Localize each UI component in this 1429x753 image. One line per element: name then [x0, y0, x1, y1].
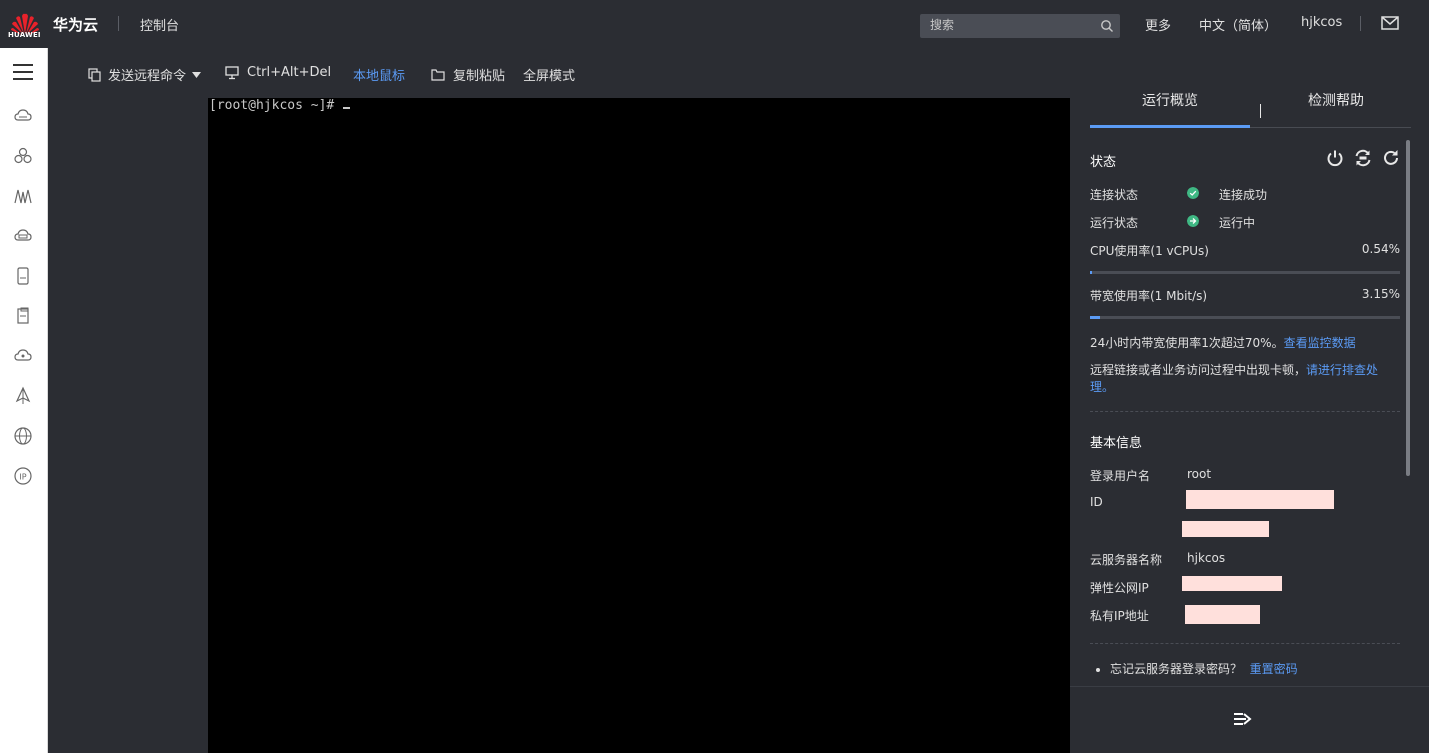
login-user-value: root: [1187, 467, 1212, 481]
monitor-icon: [225, 65, 239, 79]
panel-scrollbar[interactable]: [1406, 140, 1410, 476]
cloud-icon[interactable]: [13, 346, 33, 366]
cpu-usage-bar: [1090, 271, 1400, 274]
cpu-usage-label: CPU使用率(1 vCPUs): [1090, 244, 1209, 258]
id-value-redacted: [1186, 490, 1334, 509]
power-icon[interactable]: [1326, 149, 1344, 167]
vnc-toolbar: 发送远程命令 Ctrl+Alt+Del 本地鼠标 复制粘贴 全屏模式: [48, 48, 1070, 98]
connection-status-label: 连接状态: [1090, 188, 1139, 202]
storage-icon[interactable]: [13, 266, 33, 286]
caret-down-icon: [192, 71, 202, 78]
refresh-icon[interactable]: [1382, 149, 1400, 167]
network-icon[interactable]: [13, 186, 33, 206]
fullscreen-button[interactable]: 全屏模式: [523, 65, 575, 84]
document-icon[interactable]: [13, 306, 33, 326]
lag-notice: 远程链接或者业务访问过程中出现卡顿，请进行排查处理。: [1090, 362, 1390, 396]
collapse-panel-icon[interactable]: [1232, 711, 1252, 727]
forgot-password-row: 忘记云服务器登录密码？ 重置密码: [1096, 660, 1298, 677]
service-sidebar: IP: [0, 48, 48, 753]
private-ip-value-redacted: [1185, 605, 1260, 624]
copy-paste-button[interactable]: 复制粘贴: [431, 65, 505, 84]
cpu-usage-fill: [1090, 271, 1092, 274]
folder-icon: [431, 69, 445, 81]
command-icon: [88, 67, 101, 82]
user-menu[interactable]: hjkcos: [1301, 15, 1342, 30]
running-icon: [1187, 215, 1199, 227]
console-margin: [48, 98, 208, 753]
tab-active-indicator: [1090, 125, 1250, 128]
panel-tabs: 运行概览 检测帮助: [1090, 88, 1411, 128]
bandwidth-usage-value: 3.15%: [1361, 287, 1400, 301]
bandwidth-usage-label: 带宽使用率(1 Mbit/s): [1090, 289, 1208, 303]
deploy-icon[interactable]: [13, 386, 33, 406]
terminal-line: [root@hjkcos ~]#: [209, 98, 1070, 113]
ctrl-alt-del-label: Ctrl+Alt+Del: [247, 65, 332, 80]
language-selector[interactable]: 中文（简体）: [1199, 15, 1277, 34]
cpu-usage-value: 0.54%: [1361, 242, 1400, 256]
tab-divider: [1260, 104, 1261, 118]
server-name-value: hjkcos: [1187, 551, 1226, 565]
local-mouse-button[interactable]: 本地鼠标: [353, 65, 405, 84]
send-remote-command-button[interactable]: 发送远程命令: [88, 65, 202, 84]
basic-info-title: 基本信息: [1090, 436, 1143, 451]
terminal-cursor: [343, 107, 351, 109]
eip-value-redacted: [1182, 576, 1282, 591]
nav-more[interactable]: 更多: [1145, 15, 1171, 34]
ip-icon[interactable]: IP: [13, 466, 33, 486]
search-icon[interactable]: [1100, 19, 1114, 33]
header-divider: [1360, 16, 1361, 31]
search-box[interactable]: [920, 14, 1120, 38]
local-mouse-label: 本地鼠标: [353, 69, 406, 84]
check-circle-icon: [1187, 187, 1199, 199]
status-section-title: 状态: [1090, 155, 1117, 170]
send-remote-command-label: 发送远程命令: [108, 69, 187, 84]
cluster-icon[interactable]: [13, 146, 33, 166]
view-monitoring-link[interactable]: 查看监控数据: [1284, 336, 1356, 350]
fullscreen-label: 全屏模式: [523, 69, 576, 84]
bullet-dot: [1096, 667, 1100, 672]
svg-text:IP: IP: [19, 473, 26, 482]
bandwidth-usage-bar: [1090, 316, 1400, 319]
top-bar: HUAWEI 华为云 控制台 更多 中文（简体） hjkcos: [0, 0, 1429, 48]
forgot-password-text: 忘记云服务器登录密码？: [1110, 662, 1243, 676]
bandwidth-notice: 24小时内带宽使用率1次超过70%。查看监控数据: [1090, 335, 1390, 352]
reset-password-link[interactable]: 重置密码: [1250, 662, 1298, 676]
section-divider: [1090, 411, 1400, 412]
terminal-prompt: [root@hjkcos ~]#: [209, 98, 343, 113]
cloud-server-icon[interactable]: [13, 106, 33, 126]
bandwidth-usage-fill: [1090, 316, 1100, 319]
run-status-value: 运行中: [1219, 216, 1256, 230]
logo-text: HUAWEI: [8, 31, 41, 39]
private-ip-label: 私有IP地址: [1090, 609, 1149, 623]
id-label: ID: [1090, 495, 1103, 509]
menu-icon[interactable]: [13, 64, 33, 80]
connection-status-value: 连接成功: [1219, 188, 1268, 202]
lag-notice-text: 远程链接或者业务访问过程中出现卡顿，: [1090, 363, 1307, 377]
ctrl-alt-del-button[interactable]: Ctrl+Alt+Del: [225, 65, 331, 80]
globe-icon[interactable]: [13, 426, 33, 446]
instance-panel: 运行概览 检测帮助 状态 连接状态 连接成功 运行状态 运行中 CPU使用率(1…: [1070, 48, 1429, 753]
console-link[interactable]: 控制台: [140, 15, 179, 34]
eip-label: 弹性公网IP: [1090, 581, 1149, 595]
bandwidth-notice-text: 24小时内带宽使用率1次超过70%。: [1090, 336, 1284, 350]
copy-paste-label: 复制粘贴: [453, 69, 506, 84]
search-input[interactable]: [930, 18, 1090, 32]
cloud-db-icon[interactable]: [13, 226, 33, 246]
brand-name[interactable]: 华为云: [53, 14, 98, 35]
server-name-label: 云服务器名称: [1090, 553, 1163, 567]
header-divider: [118, 16, 119, 31]
mail-icon[interactable]: [1381, 15, 1399, 31]
id-value-redacted-2: [1182, 521, 1269, 537]
section-divider: [1090, 643, 1400, 644]
tab-overview[interactable]: 运行概览: [1142, 90, 1198, 110]
restart-icon[interactable]: [1354, 149, 1372, 167]
tab-diagnostics-help[interactable]: 检测帮助: [1308, 90, 1364, 110]
remote-terminal[interactable]: [root@hjkcos ~]#: [208, 98, 1070, 753]
login-user-label: 登录用户名: [1090, 469, 1151, 483]
run-status-label: 运行状态: [1090, 216, 1139, 230]
panel-footer: [1070, 686, 1429, 753]
